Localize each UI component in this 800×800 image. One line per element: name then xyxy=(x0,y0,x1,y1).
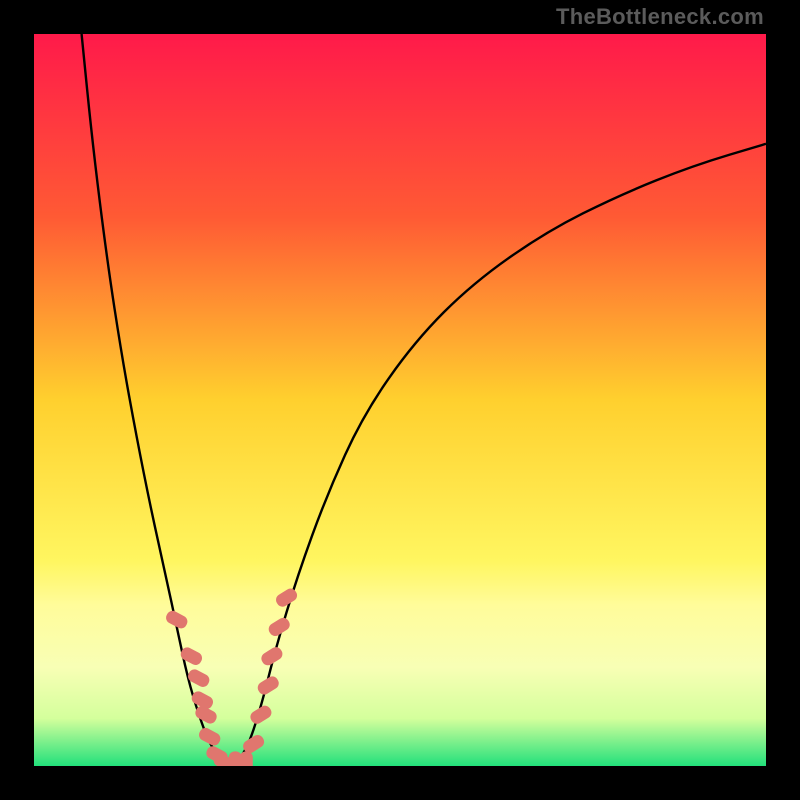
marker-point xyxy=(240,751,253,766)
plot-area xyxy=(34,34,766,766)
chart-svg xyxy=(34,34,766,766)
gradient-background xyxy=(34,34,766,766)
watermark-text: TheBottleneck.com xyxy=(556,4,764,30)
chart-frame: TheBottleneck.com xyxy=(0,0,800,800)
